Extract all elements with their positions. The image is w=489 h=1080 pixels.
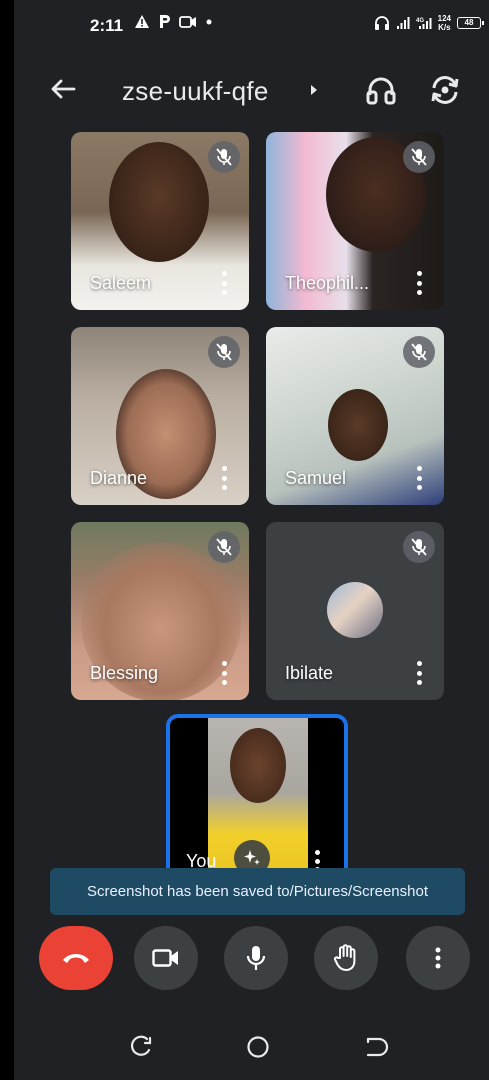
status-bar: 2:11 4G 124 K/s 48 bbox=[14, 0, 489, 52]
muted-mic-icon bbox=[208, 531, 240, 563]
network-speed: 124 K/s bbox=[438, 14, 451, 32]
battery-indicator: 48 bbox=[457, 17, 484, 29]
muted-mic-icon bbox=[403, 141, 435, 173]
hang-up-icon bbox=[63, 954, 89, 963]
meeting-top-bar: zse-uukf-qfe bbox=[14, 60, 489, 120]
participant-name: Ibilate bbox=[285, 663, 334, 683]
muted-mic-icon bbox=[403, 336, 435, 368]
screenshot-saved-toast: Screenshot has been saved to/Pictures/Sc… bbox=[50, 868, 465, 915]
participant-name: Theophil... bbox=[285, 273, 370, 293]
participant-tile-samuel[interactable]: Samuel bbox=[266, 327, 444, 505]
back-arrow-icon[interactable] bbox=[48, 74, 78, 104]
system-navigation-bar bbox=[14, 1010, 489, 1080]
dot-icon bbox=[206, 19, 212, 24]
participant-name: Saleem bbox=[90, 273, 152, 293]
microphone-toggle-button[interactable] bbox=[224, 926, 288, 990]
more-options-icon[interactable] bbox=[221, 661, 227, 685]
meet-screen: 2:11 4G 124 K/s 48 zse-uukf-qfe Saleem T… bbox=[14, 0, 489, 1080]
signal-icon bbox=[396, 17, 410, 29]
camera-toggle-button[interactable] bbox=[134, 926, 198, 990]
meeting-code[interactable]: zse-uukf-qfe bbox=[122, 76, 269, 107]
parking-icon bbox=[160, 15, 170, 28]
switch-camera-icon[interactable] bbox=[428, 74, 462, 106]
participant-tile-ibilate[interactable]: Ibilate bbox=[266, 522, 444, 700]
recent-apps-icon[interactable] bbox=[128, 1034, 154, 1060]
raise-hand-button[interactable] bbox=[314, 926, 378, 990]
warning-icon bbox=[135, 15, 149, 28]
more-vert-icon bbox=[435, 947, 441, 969]
more-options-icon[interactable] bbox=[416, 271, 422, 295]
video-camera-icon bbox=[152, 949, 178, 967]
participant-tile-blessing[interactable]: Blessing bbox=[71, 522, 249, 700]
home-icon[interactable] bbox=[245, 1034, 271, 1060]
4g-signal-icon: 4G bbox=[416, 18, 432, 29]
participant-tile-theophil[interactable]: Theophil... bbox=[266, 132, 444, 310]
more-options-icon[interactable] bbox=[221, 466, 227, 490]
svg-text:4G: 4G bbox=[416, 18, 424, 24]
back-nav-icon[interactable] bbox=[363, 1034, 389, 1060]
end-call-button[interactable] bbox=[39, 926, 113, 990]
participant-video bbox=[109, 142, 209, 262]
headset-icon bbox=[374, 16, 389, 30]
participant-tile-dianne[interactable]: Dianne bbox=[71, 327, 249, 505]
participant-name: Samuel bbox=[285, 468, 347, 488]
participant-name: Blessing bbox=[90, 663, 159, 683]
participant-name: Dianne bbox=[90, 468, 148, 488]
more-options-icon[interactable] bbox=[416, 661, 422, 685]
more-options-button[interactable] bbox=[406, 926, 470, 990]
status-left-icons bbox=[134, 14, 213, 29]
meeting-info-caret-icon[interactable] bbox=[311, 85, 317, 95]
participant-video bbox=[328, 389, 388, 461]
network-speed-value: 124 bbox=[437, 14, 451, 23]
muted-mic-icon bbox=[403, 531, 435, 563]
hand-icon bbox=[333, 944, 356, 971]
status-right-icons: 4G 124 K/s 48 bbox=[374, 14, 484, 32]
muted-mic-icon bbox=[208, 336, 240, 368]
audio-output-headset-icon[interactable] bbox=[365, 74, 397, 106]
participant-tile-saleem[interactable]: Saleem bbox=[71, 132, 249, 310]
avatar bbox=[327, 582, 383, 638]
status-time: 2:11 bbox=[90, 16, 124, 35]
self-face bbox=[230, 728, 286, 803]
video-record-icon bbox=[179, 15, 196, 28]
muted-mic-icon bbox=[208, 141, 240, 173]
self-video-tile[interactable]: You bbox=[166, 714, 348, 880]
more-options-icon[interactable] bbox=[416, 466, 422, 490]
more-options-icon[interactable] bbox=[221, 271, 227, 295]
network-speed-unit: K/s bbox=[438, 23, 451, 32]
microphone-icon bbox=[246, 946, 266, 970]
